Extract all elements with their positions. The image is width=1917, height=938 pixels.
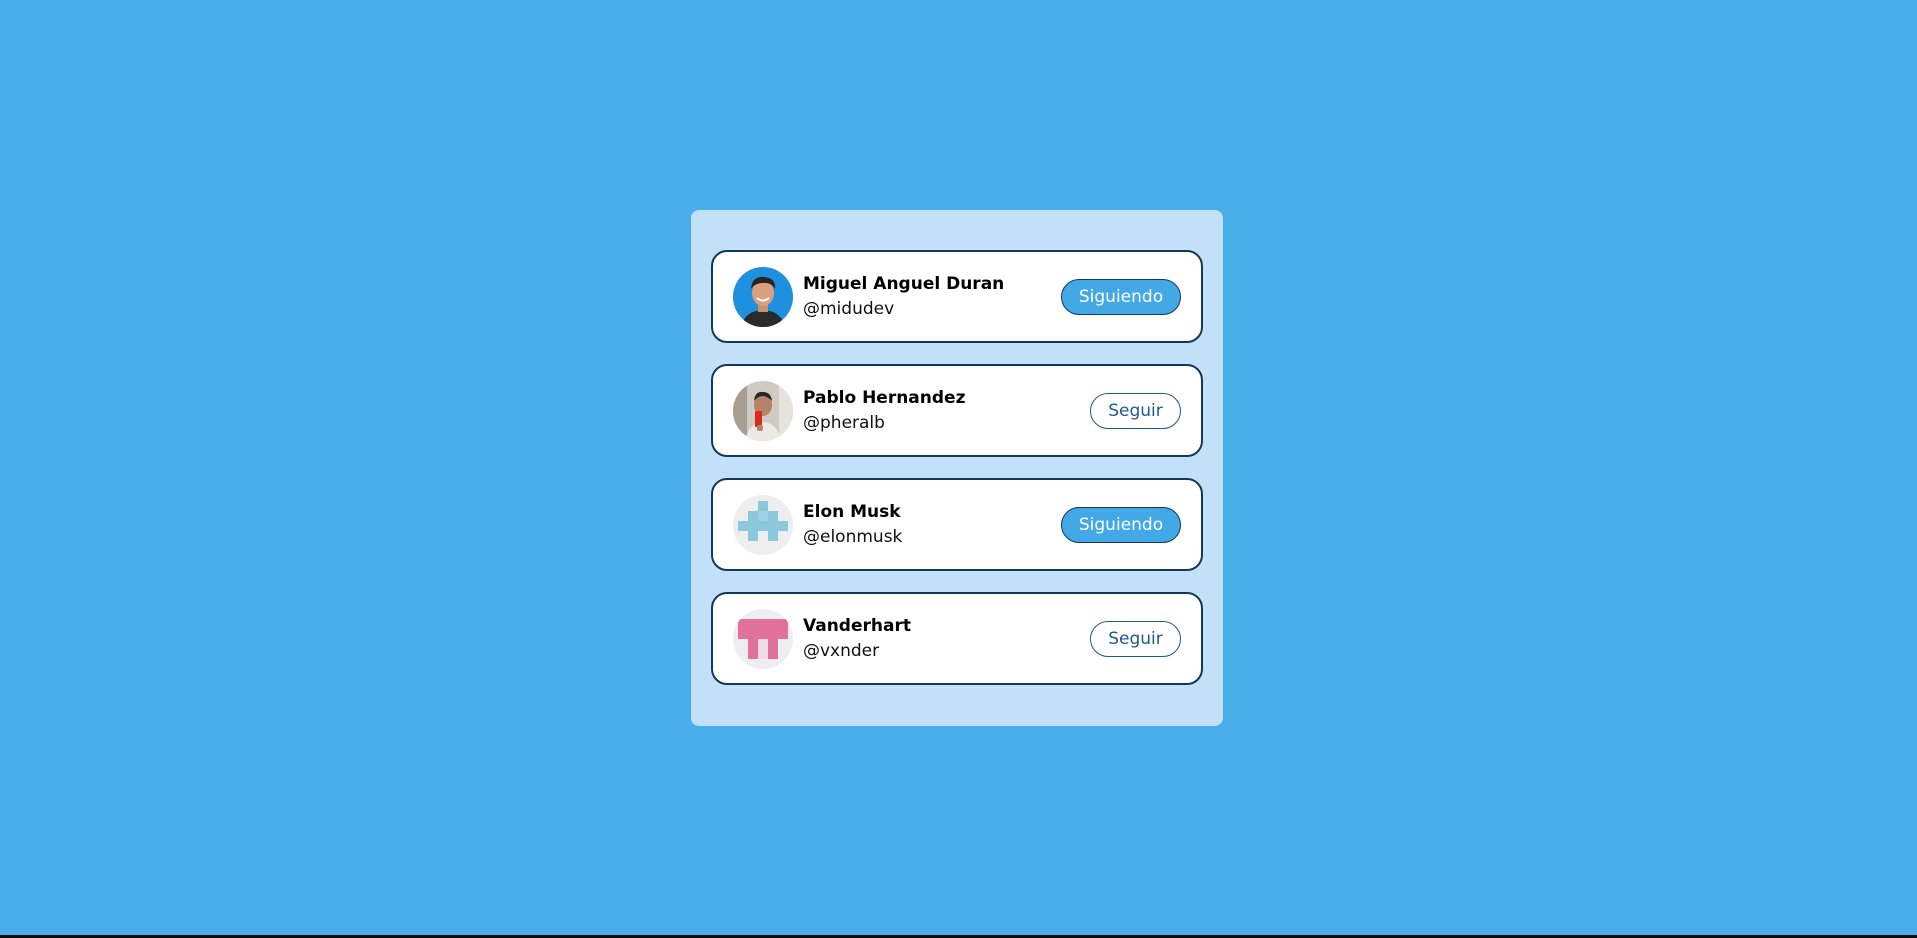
user-name: Elon Musk: [803, 501, 901, 522]
avatar[interactable]: [733, 608, 793, 669]
user-name: Miguel Anguel Duran: [803, 273, 1005, 294]
avatar[interactable]: [733, 266, 793, 327]
following-button[interactable]: Siguiendo: [1061, 506, 1181, 543]
follow-suggestions-panel: Miguel Anguel Duran @midudev Siguiendo P…: [691, 210, 1223, 726]
avatar[interactable]: [733, 494, 793, 555]
user-handle: @elonmusk: [803, 526, 903, 547]
user-card: Elon Musk @elonmusk Siguiendo: [711, 478, 1203, 571]
user-card: Pablo Hernandez @pheralb Seguir: [711, 364, 1203, 457]
user-handle: @pheralb: [803, 412, 885, 433]
user-card: Vanderhart @vxnder Seguir: [711, 592, 1203, 685]
follow-button[interactable]: Seguir: [1090, 620, 1181, 657]
user-handle: @vxnder: [803, 640, 880, 661]
user-card: Miguel Anguel Duran @midudev Siguiendo: [711, 250, 1203, 343]
user-name: Pablo Hernandez: [803, 387, 966, 408]
avatar[interactable]: [733, 380, 793, 441]
user-name: Vanderhart: [803, 615, 911, 636]
user-handle: @midudev: [803, 298, 895, 319]
follow-button[interactable]: Seguir: [1090, 392, 1181, 429]
following-button[interactable]: Siguiendo: [1061, 278, 1181, 315]
